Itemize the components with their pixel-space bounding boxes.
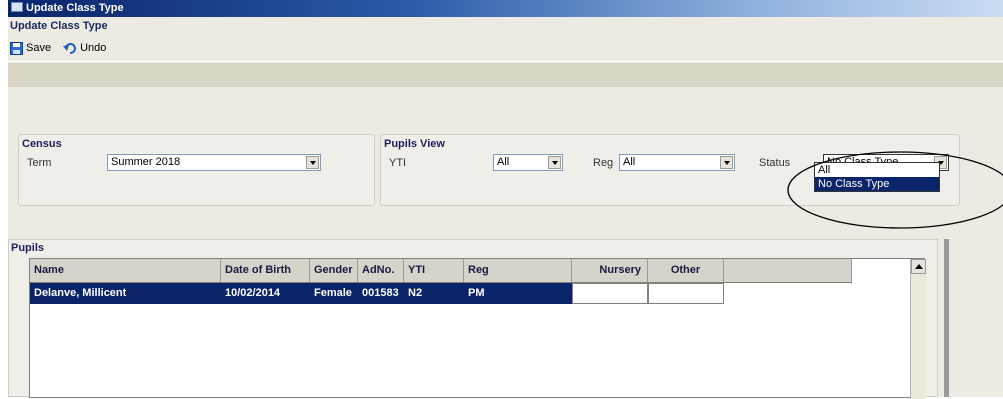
vertical-scrollbar[interactable] bbox=[910, 259, 926, 399]
dropdown-option-no-class-type[interactable]: No Class Type bbox=[815, 177, 939, 191]
pupils-panel-title: Pupils bbox=[11, 242, 45, 254]
column-header-reg[interactable]: Reg bbox=[464, 259, 572, 282]
window-titlebar: Update Class Type bbox=[8, 0, 1003, 17]
cell-gender[interactable]: Female bbox=[310, 283, 358, 304]
page-title: Update Class Type bbox=[10, 20, 108, 32]
column-header-other[interactable]: Other bbox=[648, 259, 724, 282]
reg-select[interactable]: All bbox=[619, 154, 735, 171]
reg-select-value: All bbox=[623, 156, 636, 168]
toolbar-band bbox=[8, 63, 1003, 87]
column-header-gender[interactable]: Gender bbox=[310, 259, 358, 282]
cell-name[interactable]: Delanve, Millicent bbox=[30, 283, 221, 304]
scroll-up-icon[interactable] bbox=[911, 259, 926, 274]
cell-yti[interactable]: N2 bbox=[404, 283, 464, 304]
undo-icon bbox=[63, 42, 77, 55]
cell-nursery[interactable] bbox=[572, 283, 648, 304]
cell-adno[interactable]: 001583 bbox=[358, 283, 404, 304]
status-dropdown-list: All No Class Type bbox=[814, 162, 940, 192]
term-select[interactable]: Summer 2018 bbox=[107, 154, 321, 171]
chevron-down-icon[interactable] bbox=[548, 156, 561, 169]
chevron-down-icon[interactable] bbox=[306, 156, 319, 169]
column-header-nursery[interactable]: Nursery bbox=[572, 259, 648, 282]
chevron-down-icon[interactable] bbox=[720, 156, 733, 169]
yti-label: YTI bbox=[389, 157, 407, 169]
table-row[interactable]: Delanve, Millicent 10/02/2014 Female 001… bbox=[30, 283, 724, 304]
dropdown-option-all[interactable]: All bbox=[815, 163, 939, 177]
window-body: Update Class Type Save Undo Census Term … bbox=[8, 17, 1003, 399]
column-header-adno[interactable]: AdNo. bbox=[358, 259, 404, 282]
pupils-panel: Pupils Name Date of Birth Gender AdNo. Y… bbox=[8, 239, 938, 399]
toolbar: Save Undo bbox=[10, 39, 106, 57]
census-group: Census Term Summer 2018 bbox=[18, 134, 375, 206]
column-header-name[interactable]: Name bbox=[30, 259, 221, 282]
column-header-blank bbox=[724, 259, 852, 282]
column-header-yti[interactable]: YTI bbox=[404, 259, 464, 282]
window-right-border bbox=[944, 239, 949, 397]
window-title: Update Class Type bbox=[26, 2, 124, 14]
pupils-grid: Name Date of Birth Gender AdNo. YTI Reg … bbox=[29, 258, 926, 399]
column-header-date-of-birth[interactable]: Date of Birth bbox=[221, 259, 310, 282]
reg-label: Reg bbox=[593, 157, 614, 169]
grid-header-row: Name Date of Birth Gender AdNo. YTI Reg … bbox=[30, 259, 852, 283]
term-label: Term bbox=[27, 157, 52, 169]
undo-button[interactable]: Undo bbox=[63, 42, 106, 55]
undo-label: Undo bbox=[80, 42, 107, 54]
toolbar-divider bbox=[8, 61, 1003, 62]
save-label: Save bbox=[26, 42, 52, 54]
yti-select-value: All bbox=[497, 156, 510, 168]
cell-other[interactable] bbox=[648, 283, 724, 304]
cell-date-of-birth[interactable]: 10/02/2014 bbox=[221, 283, 310, 304]
app-icon bbox=[11, 2, 23, 13]
cell-reg[interactable]: PM bbox=[464, 283, 572, 304]
save-button[interactable]: Save bbox=[10, 41, 52, 55]
save-icon bbox=[10, 41, 23, 55]
term-select-value: Summer 2018 bbox=[111, 156, 181, 168]
pupils-view-group-title: Pupils View bbox=[384, 138, 445, 150]
status-label: Status bbox=[759, 157, 791, 169]
yti-select[interactable]: All bbox=[493, 154, 563, 171]
census-group-title: Census bbox=[22, 138, 62, 150]
